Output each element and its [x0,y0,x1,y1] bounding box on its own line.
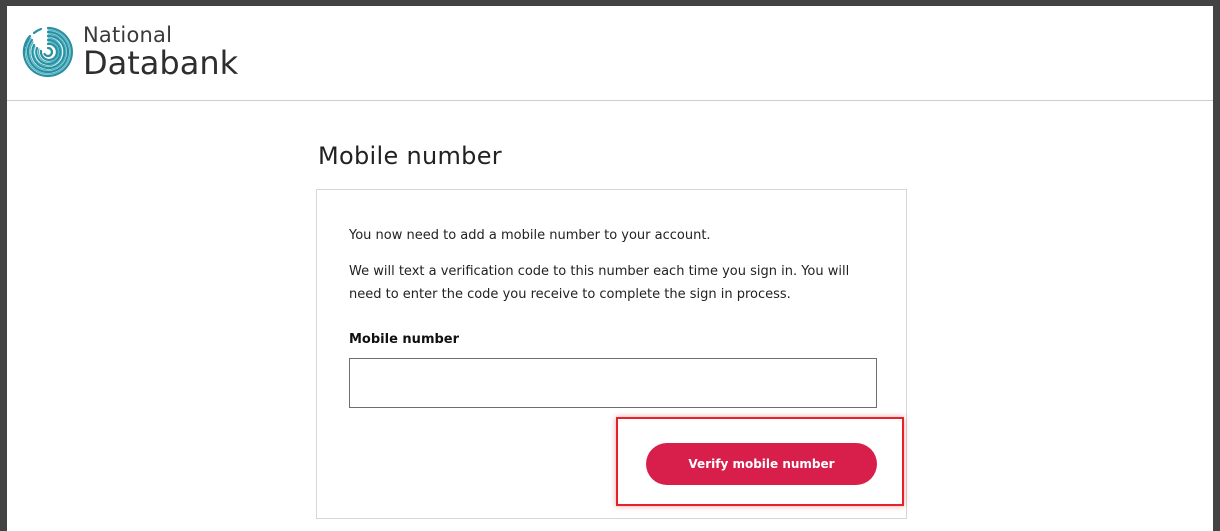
details-text: We will text a verification code to this… [349,264,850,302]
brand-logo[interactable]: National Databank [20,24,238,80]
mobile-number-card: You now need to add a mobile number to y… [316,189,907,519]
brand-name: National Databank [83,23,239,82]
site-header: National Databank [7,6,1213,101]
mobile-number-label: Mobile number [349,332,460,347]
mobile-number-input[interactable] [349,358,877,408]
brand-name-line2: Databank [83,44,239,82]
fingerprint-icon [22,26,73,78]
page-title: Mobile number [318,142,502,170]
browser-frame: National Databank Mobile number You now … [0,0,1220,531]
intro-text: You now need to add a mobile number to y… [349,228,711,243]
brand-name-line1: National [83,23,173,47]
verify-mobile-number-button[interactable]: Verify mobile number [646,443,877,485]
